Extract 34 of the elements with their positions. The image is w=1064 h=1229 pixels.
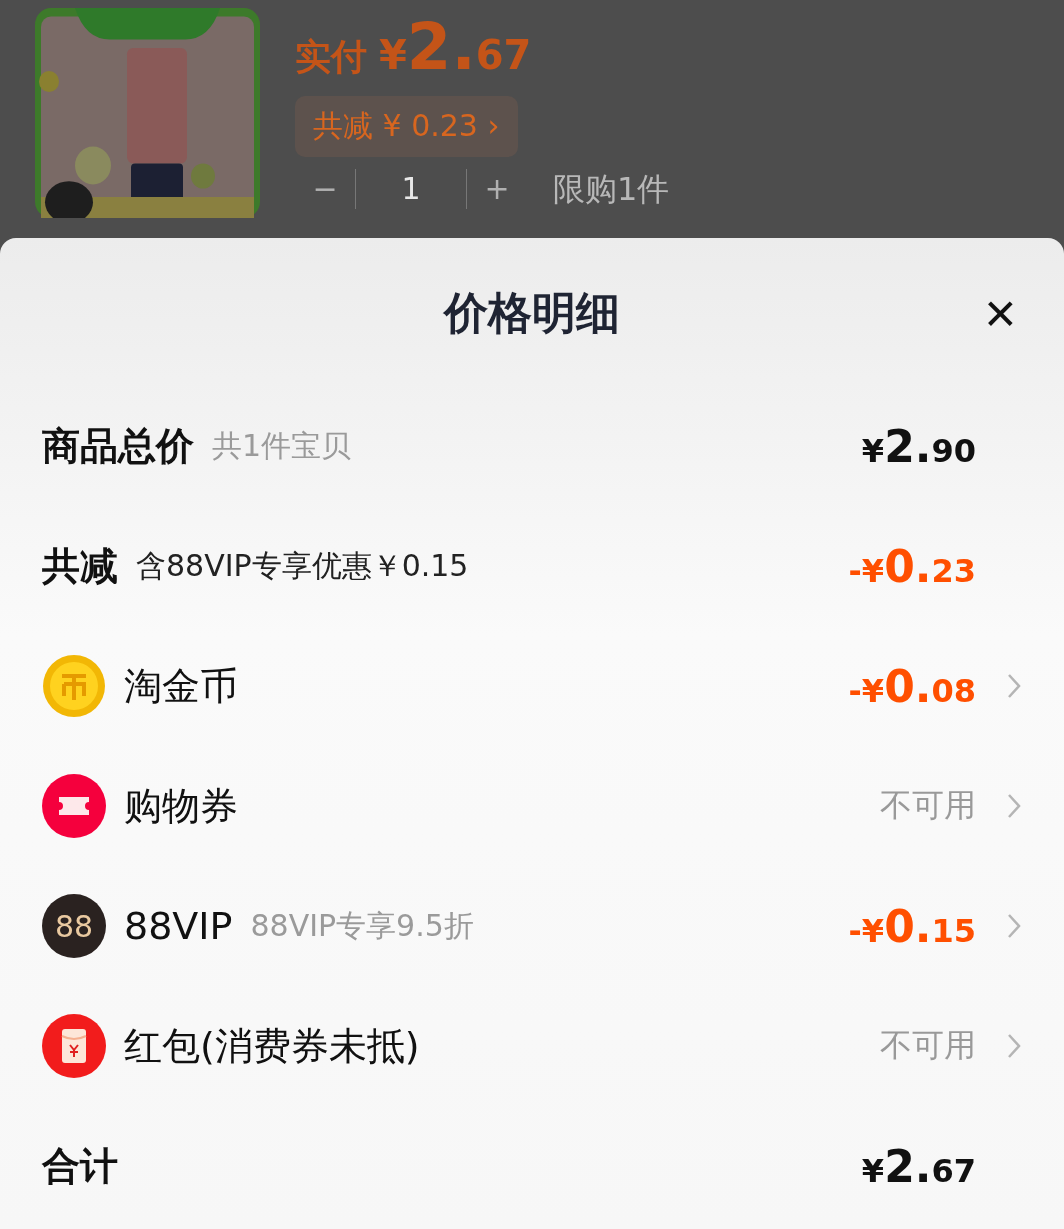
ticket-icon (42, 774, 106, 838)
unavailable-status: 不可用 (880, 1025, 976, 1066)
row-label: 红包(消费券未抵) (124, 1022, 420, 1070)
chevron-right-icon[interactable] (1006, 1032, 1022, 1060)
row-note: 88VIP专享9.5折 (250, 906, 474, 945)
chevron-right-icon[interactable] (1006, 792, 1022, 820)
row-note: 共1件宝贝 (212, 426, 352, 465)
discount-button[interactable]: 共减 ¥ 0.23 › (295, 96, 518, 157)
chevron-right-icon[interactable] (1006, 912, 1022, 940)
sheet-title: 价格明细 (444, 285, 620, 340)
row-label: 淘金币 (124, 662, 238, 710)
row-note: 含88VIP专享优惠￥0.15 (136, 546, 469, 585)
amount: -¥0.23 (848, 540, 976, 592)
amount: -¥0.15 (848, 900, 976, 952)
row-label: 商品总价 (42, 422, 194, 470)
paid-label: 实付 (295, 35, 367, 79)
plus-button[interactable]: + (467, 169, 527, 209)
row-label: 合计 (42, 1142, 118, 1190)
paid-price: ¥2.67 (379, 10, 532, 84)
envelope-icon (42, 1014, 106, 1078)
close-button[interactable]: ✕ (978, 290, 1022, 339)
amount: ¥2.90 (861, 420, 976, 472)
eighty-eight-icon: 88 (42, 894, 106, 958)
row-label: 共减 (42, 542, 118, 590)
amount: ¥2.67 (861, 1140, 976, 1192)
quantity-value: 1 (355, 169, 467, 209)
unavailable-status: 不可用 (880, 785, 976, 826)
row-label: 88VIP (124, 904, 233, 948)
row-label: 购物券 (124, 782, 238, 830)
minus-button[interactable]: − (295, 169, 355, 209)
purchase-limit: 限购1件 (553, 169, 670, 209)
amount: -¥0.08 (848, 660, 976, 712)
coin-icon (42, 654, 106, 718)
chevron-right-icon[interactable] (1006, 672, 1022, 700)
